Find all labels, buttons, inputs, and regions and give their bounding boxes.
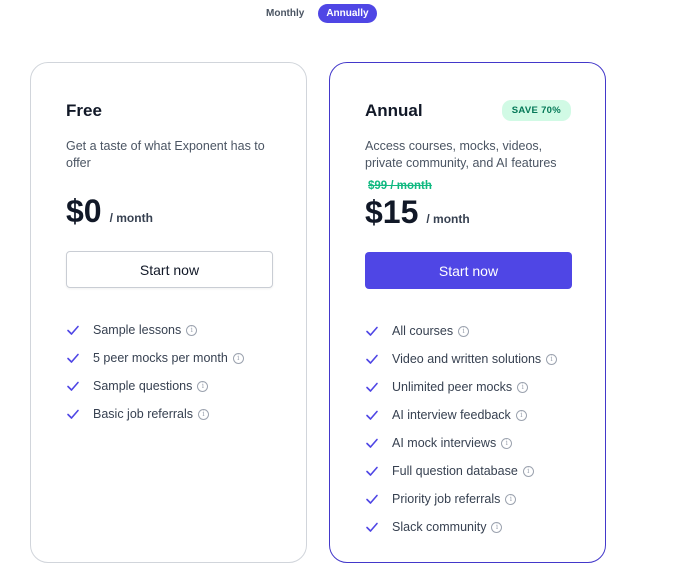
feature-item: All courses i	[365, 317, 557, 345]
plan-description: Access courses, mocks, videos, private c…	[365, 139, 557, 170]
feature-item: Sample questions i	[66, 372, 244, 400]
feature-label: AI interview feedback	[392, 408, 511, 422]
check-icon	[365, 492, 379, 506]
check-icon	[365, 324, 379, 338]
feature-item: AI interview feedback i	[365, 401, 557, 429]
info-icon[interactable]: i	[198, 408, 210, 420]
price-row: $15 / month	[365, 194, 470, 231]
feature-item: Sample lessons i	[66, 316, 244, 344]
check-icon	[66, 351, 80, 365]
info-icon[interactable]: i	[501, 437, 513, 449]
plan-card-free: Free Get a taste of what Exponent has to…	[30, 62, 307, 563]
check-icon	[365, 464, 379, 478]
plan-name: Annual	[365, 101, 423, 120]
plan-price: $0	[66, 193, 102, 229]
original-price: $99 / month	[368, 180, 432, 192]
feature-label: Slack community	[392, 520, 487, 534]
feature-list: All courses i Video and written solution…	[365, 317, 558, 541]
check-icon	[66, 407, 80, 421]
feature-label: Basic job referrals	[93, 407, 194, 421]
check-icon	[365, 520, 379, 534]
info-icon[interactable]: i	[491, 521, 503, 533]
info-icon[interactable]: i	[505, 493, 517, 505]
feature-item: Video and written solutions i	[365, 345, 558, 373]
toggle-monthly[interactable]: Monthly	[258, 4, 312, 23]
feature-item: 5 peer mocks per month i	[66, 344, 244, 372]
start-now-button[interactable]: Start now	[66, 251, 273, 288]
start-now-button[interactable]: Start now	[365, 252, 572, 289]
info-icon[interactable]: i	[232, 352, 244, 364]
billing-toggle: Monthly Annually	[258, 4, 377, 23]
toggle-annually[interactable]: Annually	[318, 4, 377, 23]
plan-description: Get a taste of what Exponent has to offe…	[66, 139, 265, 170]
check-icon	[365, 380, 379, 394]
check-icon	[365, 436, 379, 450]
feature-label: Full question database	[392, 464, 518, 478]
feature-list: Sample lessons i 5 peer mocks per month …	[66, 316, 244, 428]
feature-label: AI mock interviews	[392, 436, 497, 450]
feature-item: Basic job referrals i	[66, 400, 244, 428]
save-badge: SAVE 70%	[501, 100, 571, 121]
feature-item: Slack community i	[365, 513, 557, 541]
info-icon[interactable]: i	[515, 409, 527, 421]
info-icon[interactable]: i	[186, 324, 198, 336]
plan-card-annual: Annual SAVE 70% Access courses, mocks, v…	[329, 62, 606, 563]
feature-label: Unlimited peer mocks	[392, 380, 513, 394]
feature-label: All courses	[392, 324, 454, 338]
feature-label: Video and written solutions	[392, 352, 542, 366]
feature-item: Full question database i	[365, 457, 557, 485]
feature-label: Priority job referrals	[392, 492, 501, 506]
price-period: / month	[109, 211, 153, 225]
check-icon	[365, 352, 379, 366]
plan-price: $15	[365, 194, 419, 230]
info-icon[interactable]: i	[517, 381, 529, 393]
price-period: / month	[426, 212, 470, 226]
check-icon	[66, 323, 80, 337]
feature-item: AI mock interviews i	[365, 429, 557, 457]
feature-label: 5 peer mocks per month	[93, 351, 228, 365]
feature-item: Priority job referrals i	[365, 485, 557, 513]
check-icon	[66, 379, 80, 393]
feature-label: Sample lessons	[93, 323, 182, 337]
info-icon[interactable]: i	[458, 325, 470, 337]
info-icon[interactable]: i	[546, 353, 558, 365]
plan-name: Free	[66, 101, 102, 120]
price-row: $0 / month	[66, 193, 153, 230]
feature-label: Sample questions	[93, 379, 193, 393]
info-icon[interactable]: i	[197, 380, 209, 392]
check-icon	[365, 408, 379, 422]
feature-item: Unlimited peer mocks i	[365, 373, 557, 401]
info-icon[interactable]: i	[522, 465, 534, 477]
